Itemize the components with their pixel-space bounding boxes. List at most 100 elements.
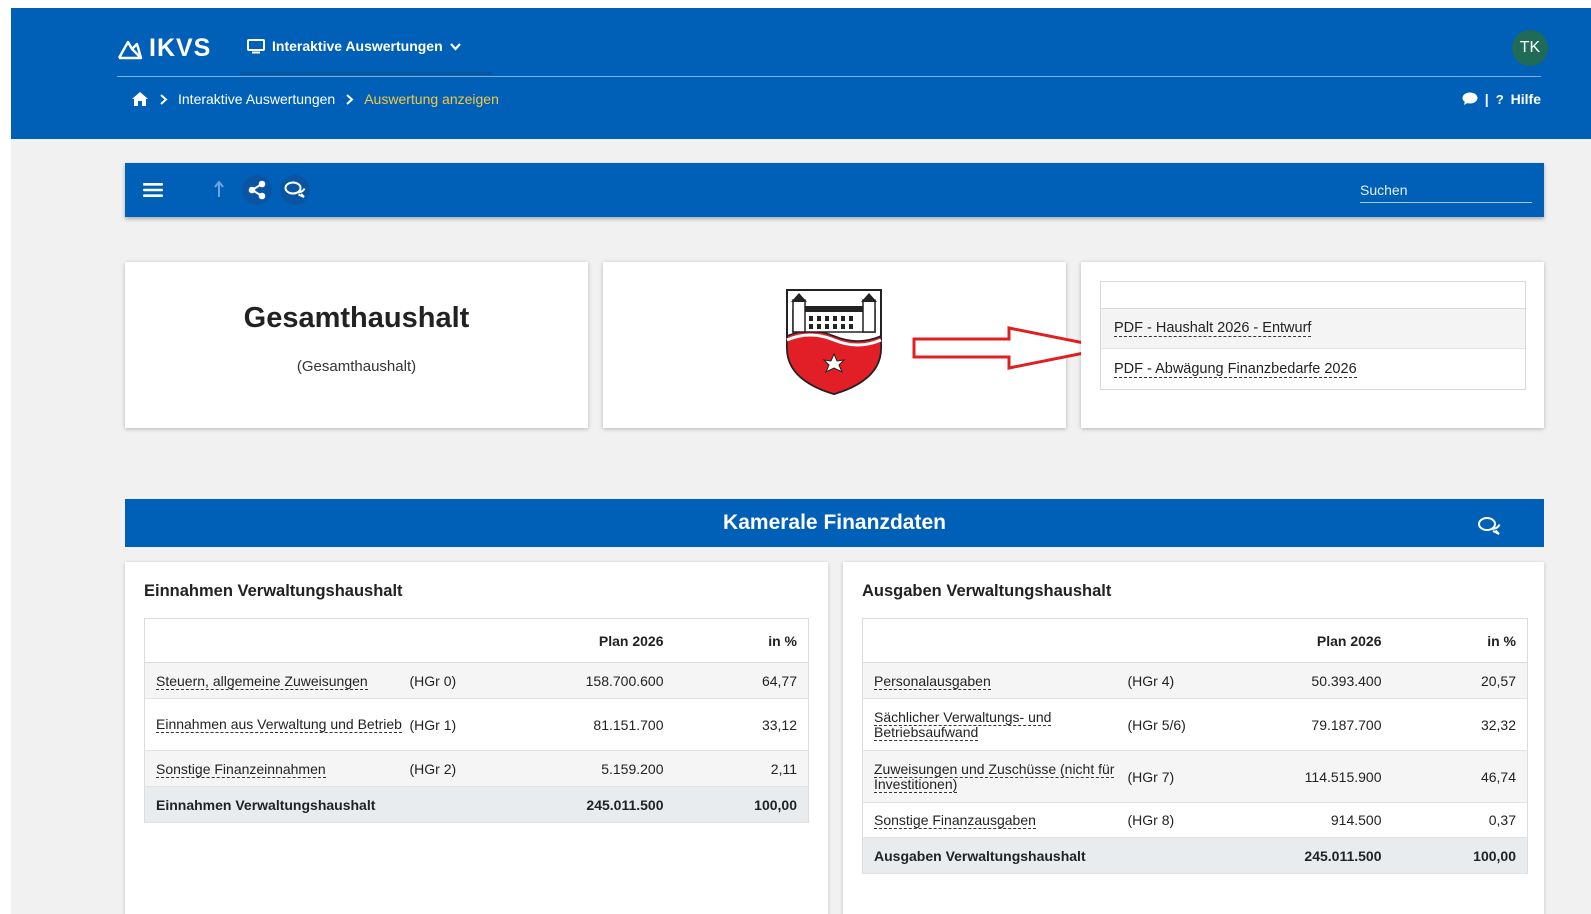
table-row: Sonstige Finanzeinnahmen (HGr 2) 5.159.2… (144, 750, 809, 787)
brand-logo[interactable]: IKVS (117, 34, 211, 63)
list-item: PDF - Abwägung Finanzbedarfe 2026 (1101, 349, 1525, 389)
hamburger-menu-icon (143, 183, 163, 197)
app-window: IKVS Interaktive Auswertungen TK Interak… (11, 8, 1591, 914)
total-label: Ausgaben Verwaltungshaushalt (862, 837, 1228, 874)
table-row: Zuweisungen und Zuschüsse (nicht für Inv… (862, 750, 1528, 803)
breadcrumb-item-current: Auswertung anzeigen (364, 91, 499, 107)
column-header-plan: Plan 2026 (1227, 618, 1393, 663)
chevron-right-icon (160, 93, 168, 105)
table-row: Personalausgaben (HGr 4) 50.393.400 20,5… (862, 662, 1528, 699)
total-plan: 245.011.500 (1227, 837, 1393, 874)
row-plan: 50.393.400 (1227, 662, 1393, 699)
row-group: (HGr 4) (1127, 662, 1228, 699)
total-plan: 245.011.500 (509, 786, 675, 823)
row-label: Einnahmen aus Verwaltung und Betrieb (144, 698, 410, 751)
row-percent: 2,11 (674, 750, 809, 787)
section-banner: Kamerale Finanzdaten (125, 499, 1544, 547)
pdf-link-haushalt-2026[interactable]: PDF - Haushalt 2026 - Entwurf (1114, 320, 1312, 337)
row-plan: 158.700.600 (509, 662, 675, 699)
documents-list: PDF - Haushalt 2026 - Entwurf PDF - Abwä… (1100, 281, 1526, 390)
table-row: Sächlicher Verwaltungs- und Betriebsaufw… (862, 698, 1528, 751)
row-group: (HGr 8) (1127, 802, 1228, 838)
column-header (1127, 618, 1228, 663)
list-item: PDF - Haushalt 2026 - Entwurf (1101, 309, 1525, 349)
row-percent: 32,32 (1392, 698, 1528, 751)
row-group: (HGr 1) (409, 698, 510, 751)
question-icon: ? (1495, 91, 1504, 107)
pdf-link-abwaegung-2026[interactable]: PDF - Abwägung Finanzbedarfe 2026 (1114, 361, 1357, 378)
row-plan: 114.515.900 (1227, 750, 1393, 803)
ikvs-logo-icon (117, 40, 143, 59)
row-label: Zuweisungen und Zuschüsse (nicht für Inv… (862, 750, 1128, 803)
column-header (144, 618, 410, 663)
table-row: Steuern, allgemeine Zuweisungen (HGr 0) … (144, 662, 809, 699)
user-avatar[interactable]: TK (1512, 30, 1548, 66)
row-link[interactable]: Steuern, allgemeine Zuweisungen (156, 672, 368, 690)
income-title: Einnahmen Verwaltungshaushalt (144, 582, 403, 600)
section-title: Kamerale Finanzdaten (723, 511, 946, 534)
row-percent: 0,37 (1392, 802, 1528, 838)
top-header: IKVS Interaktive Auswertungen TK Interak… (11, 8, 1591, 139)
nav-menu-label: Interaktive Auswertungen (272, 38, 443, 54)
nav-menu-interactive-evaluations[interactable]: Interaktive Auswertungen (247, 38, 461, 54)
page-title: Gesamthaushalt (243, 302, 470, 334)
help-link[interactable]: Hilfe (1511, 91, 1541, 107)
search-box[interactable] (1360, 179, 1532, 203)
help-separator: | (1484, 91, 1489, 107)
row-plan: 5.159.200 (509, 750, 675, 787)
column-header (409, 618, 510, 663)
breadcrumb: Interaktive Auswertungen Auswertung anze… (131, 91, 499, 107)
row-group: (HGr 5/6) (1127, 698, 1228, 751)
chevron-down-icon (449, 42, 461, 51)
row-link[interactable]: Sächlicher Verwaltungs- und Betriebsaufw… (874, 708, 1052, 741)
row-percent: 33,12 (674, 698, 809, 751)
row-link[interactable]: Zuweisungen und Zuschüsse (nicht für Inv… (874, 760, 1115, 793)
upload-icon (214, 181, 224, 197)
comments-icon[interactable] (1477, 516, 1501, 536)
menu-button[interactable] (138, 175, 168, 205)
row-label: Steuern, allgemeine Zuweisungen (144, 662, 410, 699)
table-total-row: Ausgaben Verwaltungshaushalt 245.011.500… (862, 837, 1528, 874)
chat-bubble-icon[interactable] (1462, 92, 1478, 106)
row-link[interactable]: Einnahmen aus Verwaltung und Betrieb (156, 716, 402, 733)
home-icon[interactable] (131, 91, 149, 107)
row-link[interactable]: Sonstige Finanzausgaben (874, 812, 1036, 829)
total-percent: 100,00 (1392, 837, 1528, 874)
row-link[interactable]: Personalausgaben (874, 672, 991, 690)
table-header-row: Plan 2026 in % (144, 618, 809, 663)
title-card: Gesamthaushalt (Gesamthaushalt) (125, 262, 588, 428)
expenses-panel: Ausgaben Verwaltungshaushalt Plan 2026 i… (843, 562, 1544, 914)
upload-button[interactable] (204, 175, 234, 205)
share-button[interactable] (242, 175, 272, 205)
search-input[interactable] (1360, 179, 1532, 201)
row-label: Personalausgaben (862, 662, 1128, 699)
nav-active-indicator (240, 72, 492, 75)
total-label: Einnahmen Verwaltungshaushalt (144, 786, 510, 823)
table-row: Sonstige Finanzausgaben (HGr 8) 914.500 … (862, 802, 1528, 838)
comments-icon (284, 181, 306, 198)
coat-of-arms-icon (786, 289, 882, 396)
row-link[interactable]: Sonstige Finanzeinnahmen (156, 760, 326, 778)
column-header-percent: in % (1392, 618, 1528, 663)
breadcrumb-item-interactive-evaluations[interactable]: Interaktive Auswertungen (178, 91, 335, 107)
row-percent: 64,77 (674, 662, 809, 699)
table-total-row: Einnahmen Verwaltungshaushalt 245.011.50… (144, 786, 809, 823)
comments-button[interactable] (280, 175, 310, 205)
header-divider (117, 76, 1541, 77)
documents-card: PDF - Haushalt 2026 - Entwurf PDF - Abwä… (1081, 262, 1544, 428)
row-plan: 79.187.700 (1227, 698, 1393, 751)
column-header-percent: in % (674, 618, 809, 663)
brand-name: IKVS (149, 34, 212, 62)
table-header-row: Plan 2026 in % (862, 618, 1528, 663)
row-group: (HGr 7) (1127, 750, 1228, 803)
share-icon (248, 180, 266, 200)
total-percent: 100,00 (674, 786, 809, 823)
report-toolbar (125, 163, 1544, 217)
row-plan: 914.500 (1227, 802, 1393, 838)
help-area: | ? Hilfe (1462, 91, 1541, 107)
row-label: Sonstige Finanzausgaben (862, 802, 1128, 838)
documents-list-header (1101, 282, 1525, 309)
row-group: (HGr 2) (409, 750, 510, 787)
expenses-title: Ausgaben Verwaltungshaushalt (862, 582, 1112, 600)
row-label: Sonstige Finanzeinnahmen (144, 750, 410, 787)
